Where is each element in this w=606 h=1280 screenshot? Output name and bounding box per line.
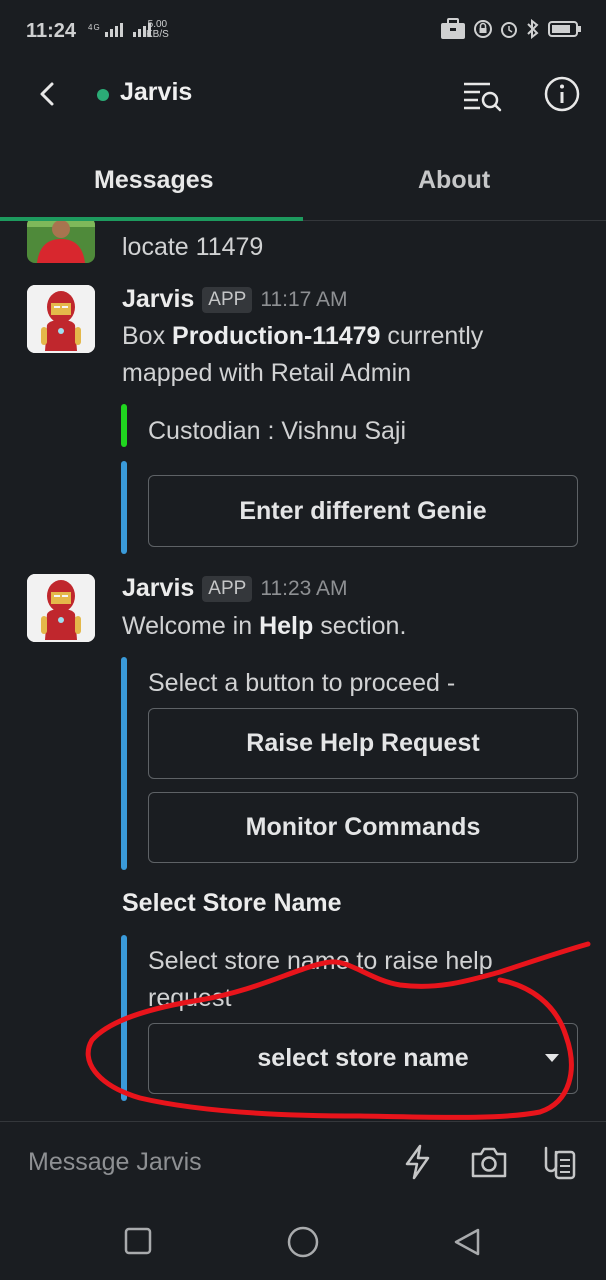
app-badge: APP — [202, 286, 253, 313]
button-prompt-text: Select a button to proceed - — [148, 669, 456, 697]
section-title: Select Store Name — [122, 889, 342, 917]
select-value: select store name — [257, 1044, 469, 1072]
lock-icon — [474, 20, 492, 38]
home-circle-icon[interactable] — [286, 1225, 320, 1259]
monitor-commands-button[interactable]: Monitor Commands — [148, 792, 578, 863]
message-meta: Jarvis APP 11:17 AM — [122, 285, 348, 314]
battery-icon — [548, 21, 581, 37]
briefcase-icon — [441, 18, 465, 39]
bot-avatar[interactable] — [27, 285, 95, 353]
back-arrow-icon[interactable] — [30, 76, 66, 112]
caret-down-icon — [545, 1054, 559, 1062]
message-meta: Jarvis APP 11:23 AM — [122, 574, 348, 603]
bot-avatar[interactable] — [27, 574, 95, 642]
message-text: Welcome in Help section. — [122, 612, 407, 640]
channel-header: Jarvis — [0, 62, 606, 138]
custodian-text: Custodian : Vishnu Saji — [148, 417, 407, 445]
user-avatar[interactable] — [27, 221, 95, 263]
sender-name[interactable]: Jarvis — [122, 285, 194, 314]
channel-title[interactable]: Jarvis — [120, 78, 192, 107]
recents-square-icon[interactable] — [124, 1227, 152, 1255]
lightning-icon[interactable] — [398, 1142, 438, 1182]
message-text: Box Production-11479 currently mapped wi… — [122, 322, 484, 387]
back-triangle-icon[interactable] — [452, 1227, 482, 1257]
message-timestamp: 11:17 AM — [260, 287, 348, 311]
enter-different-genie-button[interactable]: Enter different Genie — [148, 475, 578, 547]
attachment-icon[interactable] — [538, 1142, 578, 1182]
message-input[interactable]: Message Jarvis — [28, 1148, 202, 1177]
status-icons — [440, 18, 582, 40]
attachment-bar-blue — [121, 657, 127, 870]
bluetooth-icon — [527, 19, 539, 39]
camera-icon[interactable] — [469, 1142, 509, 1182]
select-prompt-text: Select store name to raise help request — [148, 947, 493, 1012]
app-badge: APP — [202, 575, 253, 602]
status-time: 11:24 — [26, 20, 77, 42]
net-speed: 5.00 KB/S — [146, 19, 169, 40]
tab-bar: Messages About — [0, 138, 606, 221]
raise-help-request-button[interactable]: Raise Help Request — [148, 708, 578, 779]
message-timestamp: 11:23 AM — [260, 576, 348, 600]
tab-about[interactable]: About — [418, 166, 490, 195]
attachment-bar-blue — [121, 935, 127, 1101]
info-icon[interactable] — [542, 74, 582, 114]
sender-name[interactable]: Jarvis — [122, 574, 194, 603]
store-name-select[interactable]: select store name — [148, 1023, 578, 1094]
search-in-conversation-icon[interactable] — [460, 74, 504, 114]
system-nav-bar — [0, 1205, 606, 1280]
status-bar: 11:24 4G 5.00 KB/S — [0, 0, 606, 62]
tab-messages[interactable]: Messages — [94, 166, 214, 195]
alarm-icon — [501, 22, 517, 38]
presence-indicator — [97, 89, 109, 101]
message-composer: Message Jarvis — [0, 1121, 606, 1205]
attachment-bar-green — [121, 404, 127, 447]
previous-message-text: locate 11479 — [122, 233, 264, 261]
attachment-bar-blue — [121, 461, 127, 554]
message-list[interactable]: locate 11479 Jarvis APP 11:17 AM Box Pro… — [0, 221, 606, 1121]
